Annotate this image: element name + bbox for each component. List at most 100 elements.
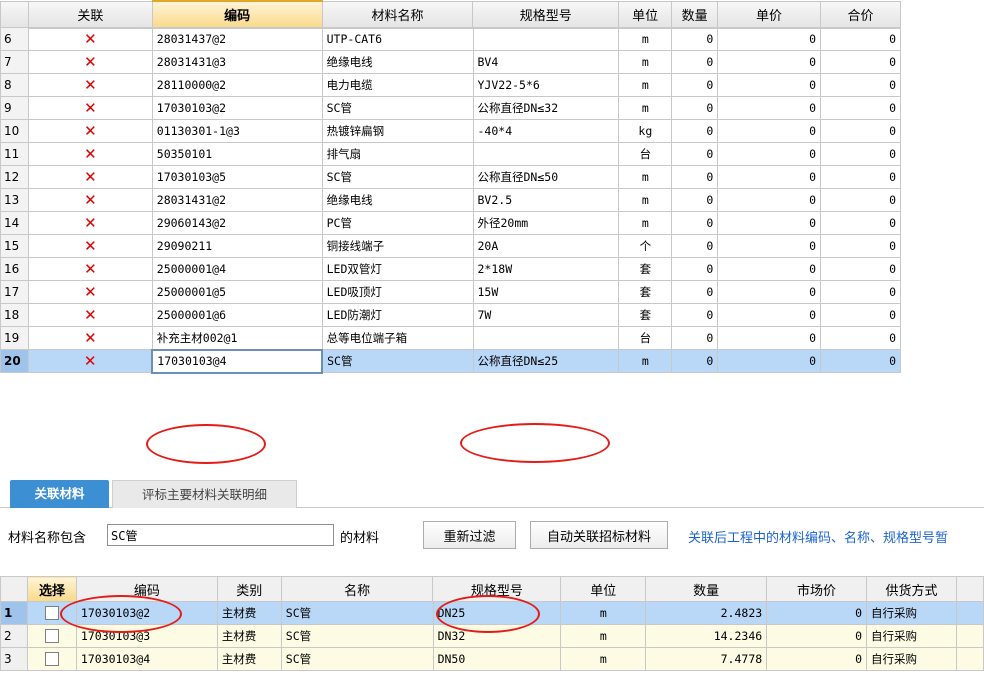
total-cell[interactable]: 0 [820, 234, 901, 258]
table-row[interactable]: 12 ✕ 17030103@5 SC管 公称直径DN≤50 m 0 0 0 [0, 165, 901, 189]
candidate-row[interactable]: 1 17030103@2 主材费 SC管 DN25 m 2.4823 0 自行采… [0, 601, 984, 625]
qty-cell[interactable]: 0 [671, 303, 719, 327]
price-cell[interactable]: 0 [717, 50, 822, 74]
spec-cell[interactable] [472, 142, 620, 166]
bottom-header-qty[interactable]: 数量 [645, 576, 768, 602]
price-cell[interactable]: 0 [717, 73, 822, 97]
price-cell[interactable]: 0 [717, 211, 822, 235]
unlinked-x-icon[interactable]: ✕ [27, 96, 153, 120]
material-name-cell[interactable]: PC管 [321, 211, 474, 235]
code-cell[interactable]: 29060143@2 [151, 211, 323, 235]
table-row[interactable]: 13 ✕ 28031431@2 绝缘电线 BV2.5 m 0 0 0 [0, 188, 901, 212]
row-number[interactable]: 18 [0, 303, 29, 327]
candidate-row[interactable]: 3 17030103@4 主材费 SC管 DN50 m 7.4778 0 自行采… [0, 647, 984, 671]
total-cell[interactable]: 0 [820, 119, 901, 143]
spec-cell[interactable]: BV2.5 [472, 188, 620, 212]
unit-cell[interactable]: 套 [618, 280, 673, 304]
price-cell[interactable]: 0 [717, 234, 822, 258]
candidate-category-cell[interactable]: 主材费 [216, 624, 282, 648]
qty-cell[interactable]: 0 [671, 142, 719, 166]
row-number[interactable]: 16 [0, 257, 29, 281]
unit-cell[interactable]: 台 [618, 326, 673, 350]
code-cell[interactable]: 28031431@2 [151, 188, 323, 212]
material-name-cell[interactable]: 电力电缆 [321, 73, 474, 97]
unit-cell[interactable]: m [618, 96, 673, 120]
total-cell[interactable]: 0 [820, 96, 901, 120]
bottom-header-code[interactable]: 编码 [75, 576, 218, 602]
material-name-cell[interactable]: SC管 [321, 349, 474, 373]
code-cell[interactable]: 补充主材002@1 [151, 326, 323, 350]
price-cell[interactable]: 0 [717, 165, 822, 189]
total-cell[interactable]: 0 [820, 50, 901, 74]
table-row[interactable]: 7 ✕ 28031431@3 绝缘电线 BV4 m 0 0 0 [0, 50, 901, 74]
spec-cell[interactable]: 7W [472, 303, 620, 327]
total-cell[interactable]: 0 [820, 349, 901, 373]
header-link[interactable]: 关联 [27, 0, 153, 29]
row-number[interactable]: 13 [0, 188, 29, 212]
unit-cell[interactable]: m [618, 50, 673, 74]
code-cell[interactable]: 17030103@4 [151, 348, 324, 374]
spec-cell[interactable] [472, 326, 620, 350]
unlinked-x-icon[interactable]: ✕ [27, 27, 153, 51]
material-name-cell[interactable]: UTP-CAT6 [321, 27, 474, 51]
select-checkbox-cell[interactable] [26, 624, 77, 648]
row-number[interactable]: 14 [0, 211, 29, 235]
qty-cell[interactable]: 0 [671, 165, 719, 189]
unlinked-x-icon[interactable]: ✕ [27, 349, 153, 373]
material-name-cell[interactable]: SC管 [321, 96, 474, 120]
header-total[interactable]: 合价 [820, 0, 901, 29]
unit-cell[interactable]: 套 [618, 257, 673, 281]
price-cell[interactable]: 0 [717, 188, 822, 212]
total-cell[interactable]: 0 [820, 303, 901, 327]
total-cell[interactable]: 0 [820, 142, 901, 166]
spec-cell[interactable]: 公称直径DN≤32 [472, 96, 620, 120]
candidate-category-cell[interactable]: 主材费 [216, 647, 282, 671]
select-checkbox-cell[interactable] [26, 647, 77, 671]
spec-cell[interactable]: YJV22-5*6 [472, 73, 620, 97]
candidate-row[interactable]: 2 17030103@3 主材费 SC管 DN32 m 14.2346 0 自行… [0, 624, 984, 648]
candidate-unit-cell[interactable]: m [560, 647, 647, 671]
code-cell[interactable]: 17030103@5 [151, 165, 323, 189]
candidate-code-cell[interactable]: 17030103@2 [75, 601, 218, 625]
bottom-header-name[interactable]: 名称 [280, 576, 434, 602]
row-number[interactable]: 1 [0, 601, 28, 625]
table-row[interactable]: 17 ✕ 25000001@5 LED吸顶灯 15W 套 0 0 0 [0, 280, 901, 304]
unit-cell[interactable]: m [618, 349, 673, 373]
candidate-price-cell[interactable]: 0 [766, 601, 868, 625]
total-cell[interactable]: 0 [820, 165, 901, 189]
total-cell[interactable]: 0 [820, 280, 901, 304]
material-name-cell[interactable]: 排气扇 [321, 142, 474, 166]
code-cell[interactable]: 29090211 [151, 234, 323, 258]
table-row[interactable]: 10 ✕ 01130301-1@3 热镀锌扁钢 -40*4 kg 0 0 0 [0, 119, 901, 143]
unlinked-x-icon[interactable]: ✕ [27, 188, 153, 212]
price-cell[interactable]: 0 [717, 326, 822, 350]
candidate-qty-cell[interactable]: 14.2346 [645, 624, 768, 648]
candidate-supply-cell[interactable]: 自行采购 [866, 624, 957, 648]
qty-cell[interactable]: 0 [671, 27, 719, 51]
candidate-unit-cell[interactable]: m [560, 601, 647, 625]
unlinked-x-icon[interactable]: ✕ [27, 50, 153, 74]
row-number[interactable]: 15 [0, 234, 29, 258]
tab-linked-materials[interactable]: 关联材料 [10, 480, 109, 508]
candidate-code-cell[interactable]: 17030103@3 [75, 624, 218, 648]
spec-cell[interactable]: BV4 [472, 50, 620, 74]
qty-cell[interactable]: 0 [671, 234, 719, 258]
qty-cell[interactable]: 0 [671, 96, 719, 120]
code-cell[interactable]: 28031431@3 [151, 50, 323, 74]
total-cell[interactable]: 0 [820, 326, 901, 350]
price-cell[interactable]: 0 [717, 303, 822, 327]
header-price[interactable]: 单价 [717, 0, 821, 29]
spec-cell[interactable]: 外径20mm [472, 211, 620, 235]
auto-link-button[interactable]: 自动关联招标材料 [530, 521, 668, 549]
unit-cell[interactable]: m [618, 73, 673, 97]
table-row[interactable]: 20 ✕ 17030103@4 SC管 公称直径DN≤25 m 0 0 0 [0, 348, 901, 374]
code-cell[interactable]: 25000001@5 [151, 280, 323, 304]
code-cell[interactable]: 28031437@2 [151, 27, 323, 51]
code-cell[interactable]: 01130301-1@3 [151, 119, 323, 143]
header-spec[interactable]: 规格型号 [472, 0, 620, 29]
spec-cell[interactable]: 公称直径DN≤25 [472, 349, 620, 373]
qty-cell[interactable]: 0 [671, 73, 719, 97]
spec-cell[interactable]: 15W [472, 280, 620, 304]
table-row[interactable]: 9 ✕ 17030103@2 SC管 公称直径DN≤32 m 0 0 0 [0, 96, 901, 120]
material-name-cell[interactable]: 热镀锌扁钢 [321, 119, 474, 143]
